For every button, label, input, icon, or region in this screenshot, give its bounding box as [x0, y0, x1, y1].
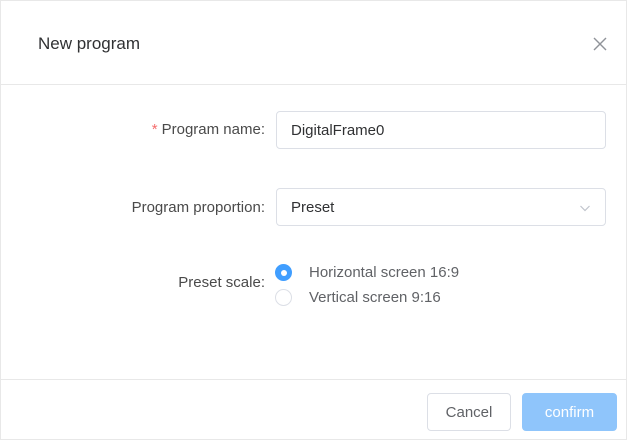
- program-name-label: * Program name:: [1, 120, 265, 140]
- program-proportion-select[interactable]: Preset: [276, 188, 606, 226]
- radio-vertical-label: Vertical screen 9:16: [309, 289, 441, 306]
- preset-scale-label: Preset scale:: [178, 274, 265, 291]
- program-proportion-label: Program proportion:: [131, 199, 265, 216]
- program-name-label-text: Program name:: [161, 121, 265, 138]
- close-icon: [593, 37, 607, 51]
- chevron-down-icon: [580, 205, 590, 212]
- dialog-header: New program: [1, 1, 626, 85]
- required-mark: *: [151, 121, 158, 138]
- cancel-button[interactable]: Cancel: [427, 393, 511, 431]
- footer-divider: [1, 379, 626, 380]
- confirm-button[interactable]: confirm: [522, 393, 617, 431]
- close-button[interactable]: [591, 35, 609, 53]
- dialog-title: New program: [38, 34, 141, 53]
- program-proportion-value: Preset: [291, 199, 335, 216]
- radio-unchecked-indicator: [275, 289, 292, 306]
- new-program-dialog: New program *Program name: Program propo…: [0, 0, 627, 440]
- radio-horizontal-label: Horizontal screen 16:9: [309, 264, 460, 281]
- program-name-input[interactable]: [276, 111, 606, 149]
- radio-checked-indicator: [275, 264, 292, 281]
